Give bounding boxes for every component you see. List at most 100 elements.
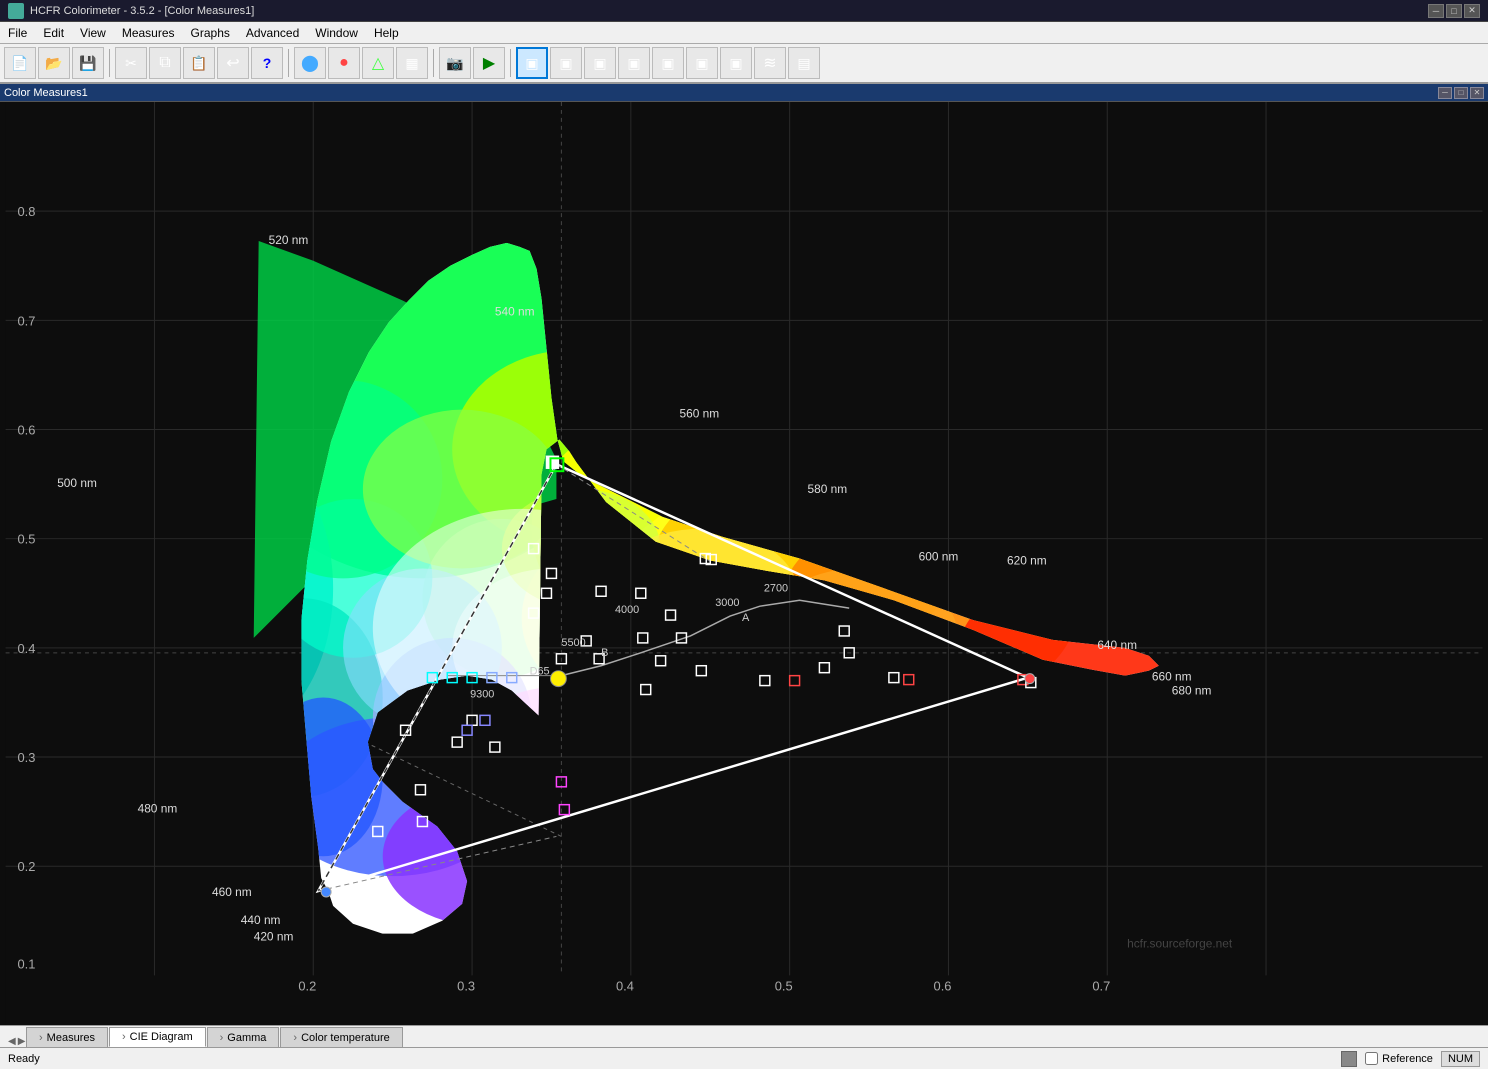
open-button[interactable]: 📂 xyxy=(38,47,70,79)
y-label-08: 0.8 xyxy=(18,204,36,219)
view5-button[interactable]: ▣ xyxy=(652,47,684,79)
tab-scroll-right[interactable]: ▶ xyxy=(18,1036,26,1047)
label-5500: 5500 xyxy=(561,637,585,649)
tab-scroll-left[interactable]: ◀ xyxy=(8,1036,16,1047)
x-label-06: 0.6 xyxy=(934,978,952,993)
label-3000: 3000 xyxy=(715,597,739,609)
nm-460: 460 nm xyxy=(212,885,252,899)
inner-titlebar: Color Measures1 ─ □ ✕ xyxy=(0,84,1488,102)
statusbar: Ready Reference NUM xyxy=(0,1047,1488,1069)
menubar: File Edit View Measures Graphs Advanced … xyxy=(0,22,1488,44)
view1-button[interactable]: ▣ xyxy=(516,47,548,79)
save-button[interactable]: 💾 xyxy=(72,47,104,79)
triangle-button[interactable]: △ xyxy=(362,47,394,79)
new-button[interactable]: 📄 xyxy=(4,47,36,79)
play-button[interactable]: ▶ xyxy=(473,47,505,79)
inner-minimize[interactable]: ─ xyxy=(1438,87,1452,99)
tab-measures[interactable]: Measures xyxy=(26,1027,108,1047)
menu-advanced[interactable]: Advanced xyxy=(238,22,307,43)
colordisc-button[interactable]: ● xyxy=(328,47,360,79)
maximize-button[interactable]: □ xyxy=(1446,4,1462,18)
close-button[interactable]: ✕ xyxy=(1464,4,1480,18)
x-label-05: 0.5 xyxy=(775,978,793,993)
nm-640: 640 nm xyxy=(1097,638,1137,652)
label-B: B xyxy=(601,647,608,659)
title-text: HCFR Colorimeter - 3.5.2 - [Color Measur… xyxy=(30,5,1422,17)
label-9300: 9300 xyxy=(470,688,494,700)
menu-window[interactable]: Window xyxy=(307,22,366,43)
undo-button[interactable]: ↩ xyxy=(217,47,249,79)
tab-color-temperature[interactable]: Color temperature xyxy=(280,1027,402,1047)
nm-500: 500 nm xyxy=(57,476,97,490)
view6-button[interactable]: ▣ xyxy=(686,47,718,79)
y-label-02: 0.2 xyxy=(18,859,36,874)
paste-button[interactable]: 📋 xyxy=(183,47,215,79)
reference-check[interactable] xyxy=(1365,1052,1378,1065)
help-button[interactable]: ? xyxy=(251,47,283,79)
copy-button[interactable]: ⧉ xyxy=(149,47,181,79)
status-text: Ready xyxy=(8,1053,1333,1065)
x-label-02: 0.2 xyxy=(298,978,316,993)
y-label-04: 0.4 xyxy=(18,641,36,656)
window-controls: ─ □ ✕ xyxy=(1428,4,1480,18)
inner-window-controls: ─ □ ✕ xyxy=(1438,87,1484,99)
app-icon xyxy=(8,3,24,19)
y-label-05: 0.5 xyxy=(18,532,36,547)
menu-measures[interactable]: Measures xyxy=(114,22,183,43)
status-right: Reference NUM xyxy=(1341,1051,1480,1067)
label-4000: 4000 xyxy=(615,604,639,616)
menu-edit[interactable]: Edit xyxy=(35,22,72,43)
y-label-06: 0.6 xyxy=(18,422,36,437)
sep1 xyxy=(109,49,110,77)
nm-480: 480 nm xyxy=(138,802,178,816)
sep3 xyxy=(433,49,434,77)
view4-button[interactable]: ▣ xyxy=(618,47,650,79)
menu-file[interactable]: File xyxy=(0,22,35,43)
inner-close[interactable]: ✕ xyxy=(1470,87,1484,99)
menu-graphs[interactable]: Graphs xyxy=(183,22,238,43)
menu-help[interactable]: Help xyxy=(366,22,407,43)
titlebar: HCFR Colorimeter - 3.5.2 - [Color Measur… xyxy=(0,0,1488,22)
mdi-container: Color Measures1 ─ □ ✕ xyxy=(0,84,1488,1025)
cut-button[interactable]: ✂ xyxy=(115,47,147,79)
nm-540: 540 nm xyxy=(495,304,535,318)
nm-660: 660 nm xyxy=(1152,670,1192,684)
diagram-area: 0.8 0.7 0.6 0.5 0.4 0.3 0.2 0.1 0.2 0.3 … xyxy=(0,102,1488,1025)
view9-button[interactable]: ▤ xyxy=(788,47,820,79)
x-label-07: 0.7 xyxy=(1092,978,1110,993)
view3-button[interactable]: ▣ xyxy=(584,47,616,79)
nm-560: 560 nm xyxy=(679,407,719,421)
view8-button[interactable]: ≋ xyxy=(754,47,786,79)
tab-cie-diagram[interactable]: CIE Diagram xyxy=(109,1027,206,1047)
y-label-07: 0.7 xyxy=(18,313,36,328)
menu-view[interactable]: View xyxy=(72,22,114,43)
inner-maximize[interactable]: □ xyxy=(1454,87,1468,99)
nm-620: 620 nm xyxy=(1007,553,1047,567)
reference-checkbox[interactable]: Reference xyxy=(1365,1052,1433,1065)
inner-title-text: Color Measures1 xyxy=(4,87,1438,99)
nm-580: 580 nm xyxy=(808,482,848,496)
sep4 xyxy=(510,49,511,77)
camera-button[interactable]: 📷 xyxy=(439,47,471,79)
x-label-04: 0.4 xyxy=(616,978,634,993)
multi-button[interactable]: ▦ xyxy=(396,47,428,79)
cie-diagram: 0.8 0.7 0.6 0.5 0.4 0.3 0.2 0.1 0.2 0.3 … xyxy=(0,102,1488,1025)
sep2 xyxy=(288,49,289,77)
label-2700: 2700 xyxy=(764,582,788,594)
minimize-button[interactable]: ─ xyxy=(1428,4,1444,18)
sensor-button[interactable]: ⬤ xyxy=(294,47,326,79)
nm-420: 420 nm xyxy=(254,930,294,944)
y-label-03: 0.3 xyxy=(18,750,36,765)
tab-gamma[interactable]: Gamma xyxy=(207,1027,280,1047)
view2-button[interactable]: ▣ xyxy=(550,47,582,79)
toolbar: 📄 📂 💾 ✂ ⧉ 📋 ↩ ? ⬤ ● △ ▦ 📷 ▶ ▣ ▣ ▣ ▣ ▣ ▣ … xyxy=(0,44,1488,84)
nm-520: 520 nm xyxy=(269,233,309,247)
watermark: hcfr.sourceforge.net xyxy=(1127,937,1233,951)
view7-button[interactable]: ▣ xyxy=(720,47,752,79)
label-d65: D65 xyxy=(530,666,550,678)
nm-440: 440 nm xyxy=(241,913,281,927)
status-icon xyxy=(1341,1051,1357,1067)
x-label-03: 0.3 xyxy=(457,978,475,993)
tabbar: ◀ ▶ Measures CIE Diagram Gamma Color tem… xyxy=(0,1025,1488,1047)
label-A: A xyxy=(742,612,750,624)
